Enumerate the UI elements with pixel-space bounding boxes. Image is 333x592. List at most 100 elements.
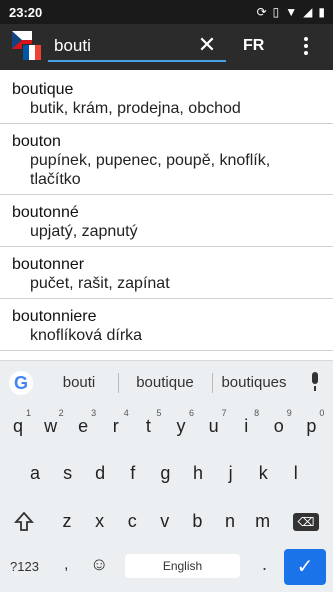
key-label: h [192,463,203,483]
result-translation: pučet, rašit, zapínat [30,275,170,292]
key-h[interactable]: h [183,463,213,484]
key-o[interactable]: o9 [264,408,294,437]
key-hint: 6 [188,408,194,418]
result-headword: boutonner [12,256,85,273]
result-headword: boutonniere [12,308,97,325]
result-item[interactable]: boutonné upjatý, zapnutý [0,195,333,247]
sync-icon: ⟳ [256,5,267,19]
key-label: q [12,416,23,436]
key-j[interactable]: j [216,463,246,484]
key-label: b [192,511,203,531]
key-a[interactable]: a [20,463,50,484]
key-label: k [258,463,268,483]
key-s[interactable]: s [53,463,83,484]
key-r[interactable]: r4 [101,408,131,437]
key-label: d [95,463,106,483]
key-label: x [95,511,105,531]
key-z[interactable]: z [52,511,82,532]
key-label: a [29,463,40,483]
key-e[interactable]: e3 [68,408,98,437]
result-item[interactable]: boutique butik, krám, prodejna, obchod [0,72,333,124]
key-w[interactable]: w2 [36,408,66,437]
result-headword: boutique [12,81,74,98]
divider [118,373,119,393]
key-v[interactable]: v [150,511,180,532]
key-t[interactable]: t5 [133,408,163,437]
result-translation: butik, krám, prodejna, obchod [30,100,241,117]
overflow-menu-icon[interactable] [300,35,312,57]
key-label: n [224,511,235,531]
key-g[interactable]: g [150,463,180,484]
toolbar: ✕ FR [0,24,333,70]
period-key[interactable]: . [262,554,267,575]
shift-icon[interactable] [14,511,34,533]
key-y[interactable]: y6 [166,408,196,437]
key-label: v [160,511,170,531]
numbers-key[interactable]: ?123 [10,559,39,574]
key-label: r [112,416,119,436]
google-icon[interactable]: G [9,371,33,395]
suggestion-2[interactable]: boutique [122,374,208,391]
battery-icon: ▮ [318,5,325,19]
vibrate-icon: ▯ [272,5,280,19]
result-translation: tlačítko [30,171,81,188]
result-translation: upjatý, zapnutý [30,223,138,240]
key-l[interactable]: l [281,463,311,484]
key-d[interactable]: d [85,463,115,484]
key-n[interactable]: n [215,511,245,532]
language-flag-icon[interactable] [12,31,42,61]
language-toggle-button[interactable]: FR [243,37,264,55]
key-label: i [244,416,249,436]
emoji-icon[interactable]: ☺ [90,554,108,575]
result-headword: bouton [12,133,61,150]
signal-icon: ◢ [303,5,313,19]
backspace-icon[interactable]: ⌫ [293,513,319,531]
key-m[interactable]: m [248,511,278,532]
key-label: c [127,511,137,531]
result-item[interactable]: boutonner pučet, rašit, zapínat [0,247,333,299]
key-label: f [130,463,136,483]
enter-key[interactable]: ✓ [284,549,326,585]
comma-key[interactable]: , [64,556,68,574]
key-p[interactable]: p0 [296,408,326,437]
key-hint: 5 [156,408,162,418]
suggestion-1[interactable]: bouti [44,374,114,391]
microphone-icon[interactable] [309,372,321,394]
key-label: m [255,511,271,531]
wifi-icon: ▼ [285,5,298,19]
suggestion-3[interactable]: boutiques [214,374,294,391]
clear-icon[interactable]: ✕ [196,34,218,56]
key-hint: 1 [25,408,31,418]
key-label: s [63,463,73,483]
key-u[interactable]: u7 [199,408,229,437]
result-item[interactable]: bouton pupínek, pupenec, poupě, knoflík, t… [0,124,333,195]
key-b[interactable]: b [182,511,212,532]
key-hint: 2 [58,408,64,418]
key-c[interactable]: c [117,511,147,532]
key-hint: 3 [91,408,97,418]
key-x[interactable]: x [85,511,115,532]
key-hint: 0 [319,408,325,418]
key-label: u [208,416,219,436]
key-label: j [228,463,233,483]
key-hint: 4 [123,408,129,418]
key-q[interactable]: q1 [3,408,33,437]
key-f[interactable]: f [118,463,148,484]
key-label: z [62,511,72,531]
key-label: t [145,416,151,436]
space-bar[interactable]: English [125,554,240,578]
result-headword: boutonné [12,204,79,221]
search-input[interactable] [54,34,194,58]
key-label: o [273,416,284,436]
key-label: y [176,416,186,436]
keyboard: ⌫ ?123 , ☺ English . ✓ q1w2e3r4t5y6u7i8o… [0,404,333,592]
key-k[interactable]: k [248,463,278,484]
status-time: 23:20 [9,5,43,20]
status-bar: 23:20 ⟳ ▯ ▼ ◢ ▮ [0,0,333,24]
result-item[interactable]: boutonniere knoflíková dírka [0,299,333,351]
result-item[interactable]: boutonnièreknoflíková dírka [0,351,333,360]
key-hint: 8 [254,408,260,418]
results-list[interactable]: boutique butik, krám, prodejna, obchod bou… [0,72,333,360]
key-label: l [293,463,298,483]
key-i[interactable]: i8 [231,408,261,437]
